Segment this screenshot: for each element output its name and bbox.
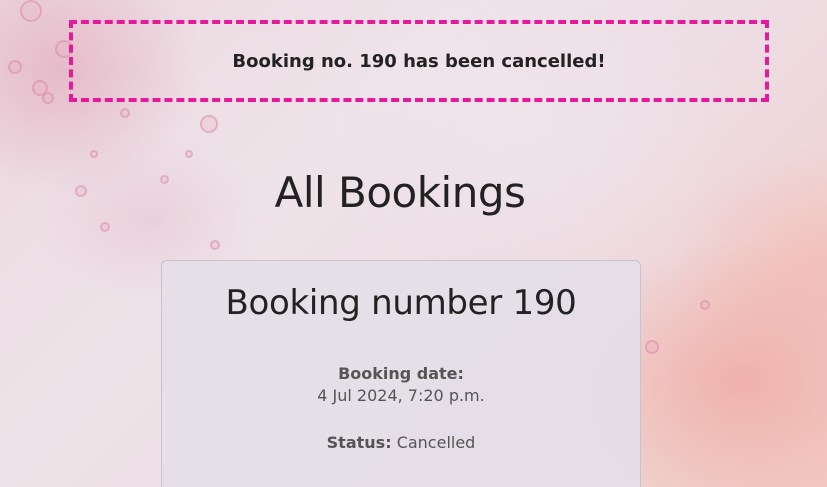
booking-date-label: Booking date: bbox=[338, 364, 464, 383]
booking-card: Booking number 190 Booking date: 4 Jul 2… bbox=[161, 260, 641, 487]
alert-message: Booking no. 190 has been cancelled! bbox=[232, 50, 606, 72]
booking-status-field: Status: Cancelled bbox=[162, 432, 640, 454]
page-title: All Bookings bbox=[274, 168, 526, 217]
booking-date-field: Booking date: 4 Jul 2024, 7:20 p.m. bbox=[162, 363, 640, 407]
booking-title: Booking number 190 bbox=[225, 283, 577, 323]
cancellation-alert: Booking no. 190 has been cancelled! bbox=[69, 20, 769, 102]
booking-status-label: Status: bbox=[326, 433, 392, 452]
booking-date-value: 4 Jul 2024, 7:20 p.m. bbox=[317, 386, 485, 405]
booking-status-value: Cancelled bbox=[396, 433, 476, 452]
